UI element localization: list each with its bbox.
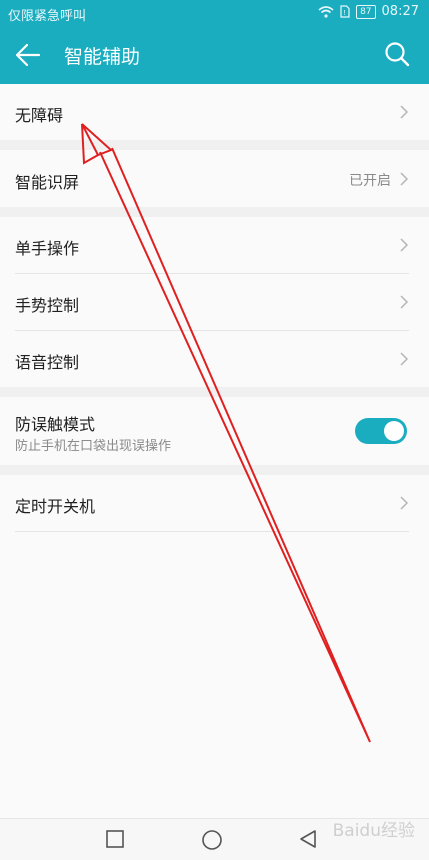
svg-text:!: ! [343,9,346,17]
chevron-right-icon [400,172,409,186]
carrier-text: 仅限紧急呼叫 [8,9,87,24]
app-bar: 智能辅助 [0,26,429,84]
section-gap [0,465,429,475]
clock: 08:27 [381,4,419,19]
divider [15,531,409,532]
setting-voice[interactable]: 语音控制 [0,331,429,387]
chevron-right-icon [400,238,409,252]
pocket-mode-toggle[interactable] [355,418,407,444]
chevron-right-icon [400,496,409,510]
chevron-right-icon [400,295,409,309]
watermark: Baidu经验 [332,821,415,841]
setting-label: 手势控制 [15,296,80,315]
setting-label: 无障碍 [15,106,64,125]
status-bar: 仅限紧急呼叫 ! 87 08:27 [0,0,429,26]
battery-icon: 87 [356,4,376,19]
section-gap [0,387,429,397]
setting-label: 防误触模式 [15,415,96,434]
section-gap [0,140,429,150]
status-icons: ! 87 08:27 [318,4,419,19]
wifi-icon [318,5,334,18]
setting-label: 语音控制 [15,353,80,372]
setting-pocket-mode[interactable]: 防误触模式 防止手机在口袋出现误操作 [0,397,429,465]
back-icon[interactable] [298,829,318,849]
search-icon[interactable] [383,40,411,68]
home-icon[interactable] [201,829,223,851]
setting-smart-screen[interactable]: 智能识屏 已开启 [0,150,429,207]
setting-schedule-power[interactable]: 定时开关机 [0,475,429,531]
arrow-left-icon[interactable] [14,42,42,68]
setting-accessibility[interactable]: 无障碍 [0,84,429,140]
chevron-right-icon [400,105,409,119]
chevron-right-icon [400,352,409,366]
setting-label: 定时开关机 [15,497,96,516]
setting-label: 单手操作 [15,239,80,258]
setting-one-hand[interactable]: 单手操作 [0,217,429,273]
setting-description: 防止手机在口袋出现误操作 [15,439,172,454]
sim-icon: ! [340,5,350,18]
section-gap [0,207,429,217]
setting-gesture[interactable]: 手势控制 [0,274,429,330]
setting-label: 智能识屏 [15,173,80,192]
recent-apps-icon[interactable] [105,829,125,849]
toggle-knob [384,421,404,441]
page-title: 智能辅助 [64,46,141,68]
setting-value: 已开启 [349,173,391,189]
